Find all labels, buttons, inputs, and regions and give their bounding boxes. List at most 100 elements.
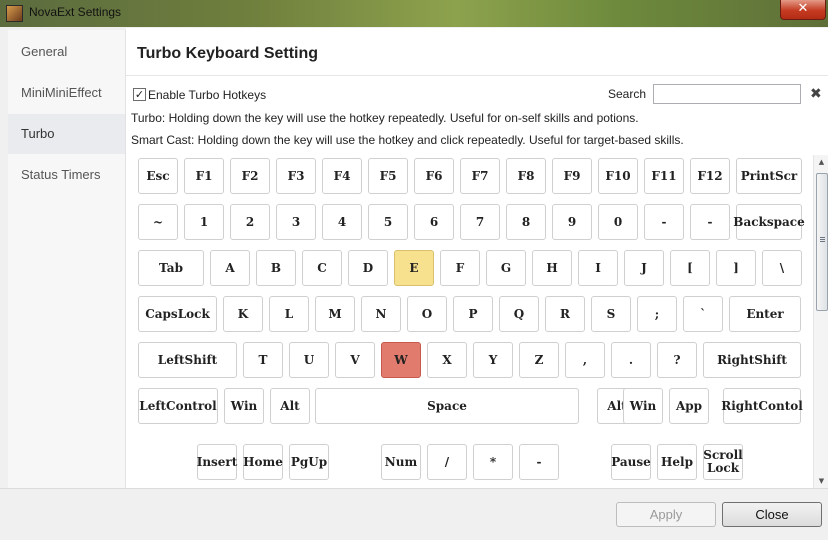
key-h-button[interactable]: H bbox=[532, 250, 572, 286]
key-c-button[interactable]: C bbox=[302, 250, 342, 286]
key-1-button[interactable]: 1 bbox=[184, 204, 224, 240]
enable-turbo-checkbox[interactable]: ✓ bbox=[133, 88, 146, 101]
enable-turbo-label[interactable]: Enable Turbo Hotkeys bbox=[148, 88, 266, 102]
key-x-button[interactable]: X bbox=[427, 342, 467, 378]
key-e-button[interactable]: E bbox=[394, 250, 434, 286]
key-pgup-button[interactable]: PgUp bbox=[289, 444, 329, 480]
main-panel: Turbo Keyboard Setting ✓ Enable Turbo Ho… bbox=[126, 28, 828, 488]
key-f12-button[interactable]: F12 bbox=[690, 158, 730, 194]
key-symbol-button[interactable]: ~ bbox=[138, 204, 178, 240]
key-f4-button[interactable]: F4 bbox=[322, 158, 362, 194]
key-app-button[interactable]: App bbox=[669, 388, 709, 424]
key-9-button[interactable]: 9 bbox=[552, 204, 592, 240]
key-esc-button[interactable]: Esc bbox=[138, 158, 178, 194]
key-d-button[interactable]: D bbox=[348, 250, 388, 286]
key-win-button[interactable]: Win bbox=[623, 388, 663, 424]
key-b-button[interactable]: B bbox=[256, 250, 296, 286]
key-4-button[interactable]: 4 bbox=[322, 204, 362, 240]
key-f8-button[interactable]: F8 bbox=[506, 158, 546, 194]
key-insert-button[interactable]: Insert bbox=[197, 444, 237, 480]
key-help-button[interactable]: Help bbox=[657, 444, 697, 480]
key-tab-button[interactable]: Tab bbox=[138, 250, 204, 286]
scroll-up-icon[interactable]: ▲ bbox=[814, 155, 828, 169]
key-symbol-button[interactable]: * bbox=[473, 444, 513, 480]
apply-button[interactable]: Apply bbox=[616, 502, 716, 527]
key-2-button[interactable]: 2 bbox=[230, 204, 270, 240]
scroll-thumb[interactable] bbox=[816, 173, 828, 311]
key-symbol-button[interactable]: - bbox=[690, 204, 730, 240]
sidebar-item-status-timers[interactable]: Status Timers bbox=[8, 155, 125, 195]
key-f-button[interactable]: F bbox=[440, 250, 480, 286]
key-rightshift-button[interactable]: RightShift bbox=[703, 342, 801, 378]
key-f9-button[interactable]: F9 bbox=[552, 158, 592, 194]
key-q-button[interactable]: Q bbox=[499, 296, 539, 332]
key-5-button[interactable]: 5 bbox=[368, 204, 408, 240]
key-symbol-button[interactable]: / bbox=[427, 444, 467, 480]
key-6-button[interactable]: 6 bbox=[414, 204, 454, 240]
key-p-button[interactable]: P bbox=[453, 296, 493, 332]
key-f7-button[interactable]: F7 bbox=[460, 158, 500, 194]
key-symbol-button[interactable]: ` bbox=[683, 296, 723, 332]
key-symbol-button[interactable]: [ bbox=[670, 250, 710, 286]
key-win-button[interactable]: Win bbox=[224, 388, 264, 424]
key-3-button[interactable]: 3 bbox=[276, 204, 316, 240]
key-i-button[interactable]: I bbox=[578, 250, 618, 286]
key-symbol-button[interactable]: - bbox=[644, 204, 684, 240]
key-t-button[interactable]: T bbox=[243, 342, 283, 378]
key-backspace-button[interactable]: Backspace bbox=[733, 204, 805, 240]
key-f3-button[interactable]: F3 bbox=[276, 158, 316, 194]
key-alt-button[interactable]: Alt bbox=[270, 388, 310, 424]
sidebar-item-minimini-effect[interactable]: MiniMiniEffect bbox=[8, 73, 125, 113]
key-symbol-button[interactable]: \ bbox=[762, 250, 802, 286]
key-enter-button[interactable]: Enter bbox=[729, 296, 801, 332]
key-w-button[interactable]: W bbox=[381, 342, 421, 378]
key-o-button[interactable]: O bbox=[407, 296, 447, 332]
key-f1-button[interactable]: F1 bbox=[184, 158, 224, 194]
key-symbol-button[interactable]: , bbox=[565, 342, 605, 378]
key-k-button[interactable]: K bbox=[223, 296, 263, 332]
key-pause-button[interactable]: Pause bbox=[611, 444, 651, 480]
key-n-button[interactable]: N bbox=[361, 296, 401, 332]
key-capslock-button[interactable]: CapsLock bbox=[138, 296, 217, 332]
key-u-button[interactable]: U bbox=[289, 342, 329, 378]
key-space-button[interactable]: Space bbox=[315, 388, 579, 424]
key-s-button[interactable]: S bbox=[591, 296, 631, 332]
scroll-down-icon[interactable]: ▼ bbox=[814, 474, 828, 488]
key-home-button[interactable]: Home bbox=[243, 444, 283, 480]
key-r-button[interactable]: R bbox=[545, 296, 585, 332]
key-symbol-button[interactable]: ] bbox=[716, 250, 756, 286]
search-input[interactable] bbox=[653, 84, 801, 104]
key-f11-button[interactable]: F11 bbox=[644, 158, 684, 194]
key-8-button[interactable]: 8 bbox=[506, 204, 546, 240]
close-button[interactable]: Close bbox=[722, 502, 822, 527]
key-a-button[interactable]: A bbox=[210, 250, 250, 286]
key-z-button[interactable]: Z bbox=[519, 342, 559, 378]
key-y-button[interactable]: Y bbox=[473, 342, 513, 378]
key-l-button[interactable]: L bbox=[269, 296, 309, 332]
key-printscr-button[interactable]: PrintScr bbox=[736, 158, 802, 194]
key-scroll-lock-button[interactable]: Scroll Lock bbox=[703, 444, 743, 480]
key-j-button[interactable]: J bbox=[624, 250, 664, 286]
key-m-button[interactable]: M bbox=[315, 296, 355, 332]
sidebar-item-turbo[interactable]: Turbo bbox=[8, 114, 125, 154]
clear-search-icon[interactable]: ✖ bbox=[810, 86, 822, 102]
key-rightcontol-button[interactable]: RightContol bbox=[721, 388, 803, 424]
key-symbol-button[interactable]: - bbox=[519, 444, 559, 480]
key-7-button[interactable]: 7 bbox=[460, 204, 500, 240]
key-symbol-button[interactable]: ; bbox=[637, 296, 677, 332]
key-num-button[interactable]: Num bbox=[381, 444, 421, 480]
sidebar-item-general[interactable]: General bbox=[8, 32, 125, 72]
vertical-scrollbar[interactable]: ▲ ▼ bbox=[813, 155, 828, 488]
key-f6-button[interactable]: F6 bbox=[414, 158, 454, 194]
key-symbol-button[interactable]: . bbox=[611, 342, 651, 378]
key-f10-button[interactable]: F10 bbox=[598, 158, 638, 194]
key-0-button[interactable]: 0 bbox=[598, 204, 638, 240]
key-leftcontrol-button[interactable]: LeftControl bbox=[138, 388, 218, 424]
key-f5-button[interactable]: F5 bbox=[368, 158, 408, 194]
key-symbol-button[interactable]: ? bbox=[657, 342, 697, 378]
key-v-button[interactable]: V bbox=[335, 342, 375, 378]
key-g-button[interactable]: G bbox=[486, 250, 526, 286]
key-f2-button[interactable]: F2 bbox=[230, 158, 270, 194]
key-leftshift-button[interactable]: LeftShift bbox=[138, 342, 237, 378]
window-close-button[interactable]: ✕ bbox=[780, 0, 826, 20]
